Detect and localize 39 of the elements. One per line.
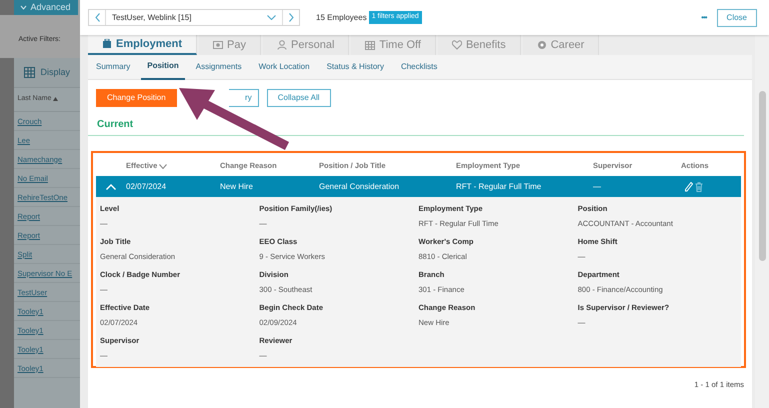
target-icon [536, 40, 547, 50]
subtab[interactable]: Checklists [394, 54, 444, 80]
more-button[interactable]: ••• [701, 12, 707, 24]
collapse-icon[interactable] [106, 184, 116, 190]
grid-icon [24, 66, 36, 78]
employee-select[interactable]: TestUser, Weblink [15] [88, 9, 300, 26]
subtab[interactable]: Assignments [190, 54, 248, 80]
chevron-left-icon [94, 13, 100, 22]
close-button[interactable]: Close [716, 8, 757, 26]
person-icon [276, 40, 287, 50]
subtab[interactable]: Status & History [320, 54, 390, 80]
edit-icon[interactable] [685, 182, 693, 192]
briefcase-icon [102, 39, 112, 49]
dropdown-icon [267, 15, 276, 20]
action-button[interactable]: Collapse All [266, 89, 331, 107]
chevron-right-icon [288, 13, 294, 22]
select-value: TestUser, Weblink [15] [112, 12, 192, 24]
employee-count: 15 Employees [316, 12, 367, 24]
subtab[interactable]: Position [141, 54, 185, 80]
table-row[interactable]: 02/07/2024 New Hire General Consideration RFT - Regular Full Time — [96, 176, 741, 197]
money-icon [213, 40, 224, 50]
action-button[interactable]: ry [228, 89, 259, 107]
tab[interactable]: Employment [88, 35, 198, 55]
sort-icon [53, 97, 58, 102]
action-button[interactable]: Change Position [96, 89, 177, 107]
scrollbar-thumb[interactable] [759, 91, 766, 261]
sort-chevron-icon [159, 164, 168, 168]
table-cell-text: New Hire [220, 180, 254, 192]
table-cell-text: — [593, 180, 602, 192]
chevron-icon [20, 5, 28, 10]
advanced-button[interactable]: Advanced [14, 0, 78, 15]
table-cell-text: RFT - Regular Full Time [456, 180, 542, 192]
delete-icon[interactable] [695, 182, 703, 192]
subtab[interactable]: Work Location [252, 54, 316, 80]
heart-icon [452, 40, 462, 50]
table-cell-text: 02/07/2024 [126, 180, 168, 192]
calendar-icon [365, 40, 376, 50]
table-cell-text: General Consideration [319, 180, 400, 192]
subtab[interactable]: Summary [90, 54, 136, 80]
